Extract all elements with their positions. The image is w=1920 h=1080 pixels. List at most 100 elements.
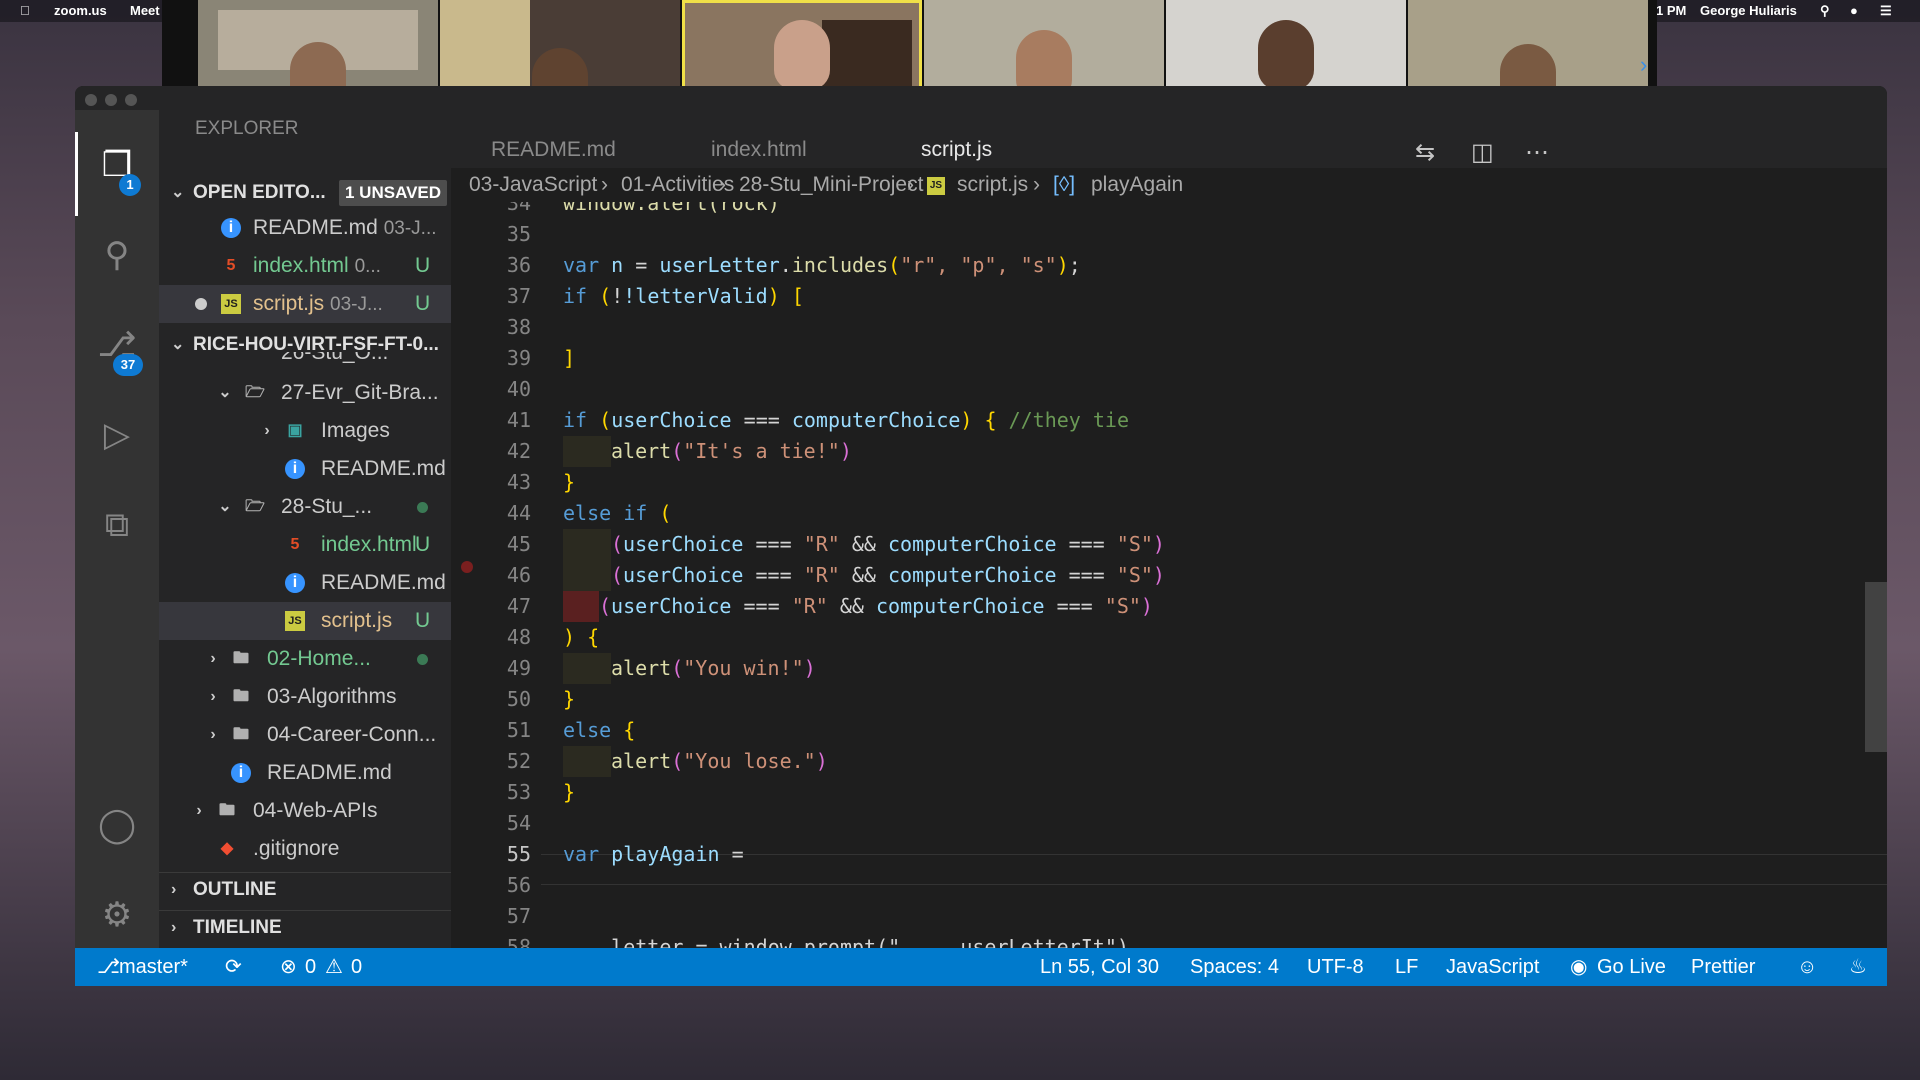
breadcrumb-item[interactable]: 01-Activities bbox=[621, 168, 734, 202]
sync-icon[interactable]: ⟳ bbox=[225, 948, 242, 986]
indentation[interactable]: Spaces: 4 bbox=[1190, 948, 1279, 986]
code-line: ] bbox=[563, 346, 576, 370]
open-editors-label: OPEN EDITO... bbox=[193, 182, 326, 203]
error-icon[interactable]: ⊗ bbox=[280, 948, 297, 986]
warning-icon[interactable]: ⚠ bbox=[325, 948, 343, 986]
folder-icon: 🖿 bbox=[232, 688, 249, 705]
file-row[interactable]: i README.md bbox=[159, 564, 451, 602]
file-name: script.js bbox=[253, 292, 325, 315]
folder-row[interactable]: ⌄ 🗁 27-Evr_Git-Bra... bbox=[159, 374, 451, 412]
open-editor-index-html[interactable]: 5 index.html 0... U bbox=[159, 247, 451, 285]
folder-row[interactable]: › 🖿 04-Web-APIs bbox=[159, 792, 451, 830]
code-identifier: playAgain bbox=[611, 842, 720, 866]
run-debug-icon[interactable]: ▷ bbox=[96, 414, 138, 456]
editor-tabs: README.md index.html script.js bbox=[451, 138, 1887, 168]
info-file-icon: i bbox=[231, 763, 251, 783]
menu-meet[interactable]: Meet bbox=[130, 3, 160, 18]
file-name: script.js bbox=[321, 609, 393, 632]
encoding[interactable]: UTF-8 bbox=[1307, 948, 1364, 986]
compare-changes-icon[interactable]: ⇆ bbox=[1415, 138, 1435, 167]
file-row[interactable]: 5 index.html U bbox=[159, 526, 451, 564]
unsaved-dot-icon[interactable] bbox=[195, 298, 207, 310]
more-actions-icon[interactable]: ⋯ bbox=[1525, 138, 1549, 167]
code-identifier: userChoice bbox=[611, 408, 732, 432]
code-line: if (userChoice === computerChoice) { //t… bbox=[563, 408, 1130, 432]
outline-header[interactable]: › OUTLINE bbox=[159, 872, 451, 907]
broadcast-icon[interactable]: ◉ bbox=[1570, 948, 1587, 986]
accounts-icon[interactable]: ◯ bbox=[96, 804, 138, 846]
control-center-icon[interactable]: ☰ bbox=[1880, 3, 1892, 19]
cursor-position[interactable]: Ln 55, Col 30 bbox=[1040, 948, 1159, 986]
code-operator: === bbox=[743, 532, 804, 556]
folder-row[interactable]: › 🖿 04-Career-Conn... bbox=[159, 716, 451, 754]
open-editor-readme[interactable]: i README.md 03-J... bbox=[159, 209, 451, 247]
file-row[interactable]: i README.md bbox=[159, 450, 451, 488]
line-number: 35 bbox=[506, 222, 531, 246]
line-number: 54 bbox=[506, 811, 531, 835]
spotlight-icon[interactable]: ⚲ bbox=[1820, 3, 1830, 19]
folder-open-icon: 🗁 bbox=[245, 384, 265, 401]
git-branch[interactable]: master* bbox=[119, 948, 188, 986]
file-row[interactable]: JS script.js U bbox=[159, 602, 451, 640]
folder-name: 02-Home... bbox=[267, 647, 371, 670]
maximize-window-button[interactable] bbox=[125, 94, 137, 106]
info-file-icon: i bbox=[285, 459, 305, 479]
file-row[interactable]: i README.md bbox=[159, 754, 451, 792]
code-line: if (!!letterValid) [ bbox=[563, 284, 804, 308]
close-window-button[interactable] bbox=[85, 94, 97, 106]
next-participants-chevron-icon[interactable]: › bbox=[1640, 52, 1647, 78]
line-number: 56 bbox=[506, 873, 531, 897]
folder-row[interactable]: ⌄ 🗁 28-Stu_... bbox=[159, 488, 451, 526]
breadcrumb-item[interactable]: script.js bbox=[957, 168, 1028, 202]
timeline-header[interactable]: › TIMELINE bbox=[159, 910, 451, 945]
folder-row[interactable]: › 🖿 02-Home... bbox=[159, 640, 451, 678]
tab-readme[interactable]: README.md bbox=[491, 138, 616, 162]
folder-open-icon: 🗁 bbox=[245, 498, 265, 515]
code-string: "R" bbox=[803, 563, 840, 587]
editor-scrollbar[interactable] bbox=[1865, 582, 1887, 752]
images-folder-icon: ▣ bbox=[287, 422, 303, 439]
breadcrumb-item[interactable]: playAgain bbox=[1091, 168, 1183, 202]
minimize-window-button[interactable] bbox=[105, 94, 117, 106]
code-function: includes bbox=[791, 253, 889, 277]
menu-app-name[interactable]: zoom.us bbox=[54, 3, 107, 18]
folder-row[interactable]: 26-Stu_O... bbox=[159, 352, 451, 372]
code-line: (userChoice === "R" && computerChoice ==… bbox=[563, 529, 1165, 560]
line-number: 47 bbox=[506, 594, 531, 618]
code-identifier: n bbox=[611, 253, 624, 277]
breadcrumb-item[interactable]: 03-JavaScript bbox=[469, 168, 597, 202]
apple-icon[interactable]:  bbox=[20, 3, 30, 18]
status-bar: ⎇ master* ⟳ ⊗ 0 ⚠ 0 Ln 55, Col 30 Spaces… bbox=[75, 948, 1887, 986]
open-editors-header[interactable]: ⌄ OPEN EDITO... 1 UNSAVED bbox=[159, 176, 451, 210]
code-function: alert bbox=[611, 749, 672, 773]
search-icon[interactable]: ⚲ bbox=[96, 234, 138, 276]
breakpoint-dot[interactable] bbox=[461, 561, 473, 573]
split-editor-icon[interactable]: ◫ bbox=[1471, 138, 1494, 167]
menu-clock[interactable]: 1 PM bbox=[1656, 3, 1686, 18]
breadcrumb-item[interactable]: 28-Stu_Mini-Project bbox=[739, 168, 923, 202]
code-keyword: else bbox=[563, 501, 612, 525]
menu-user-name[interactable]: George Huliaris bbox=[1700, 3, 1797, 18]
prettier-button[interactable]: Prettier bbox=[1691, 948, 1755, 986]
notifications-bell-icon[interactable]: ♨ bbox=[1849, 948, 1867, 986]
tab-script-js[interactable]: script.js bbox=[921, 138, 992, 162]
code-line: else { bbox=[563, 718, 636, 742]
folder-row[interactable]: › 🖿 03-Algorithms bbox=[159, 678, 451, 716]
warning-count[interactable]: 0 bbox=[351, 948, 362, 986]
language-mode[interactable]: JavaScript bbox=[1446, 948, 1539, 986]
file-row[interactable]: ◆ .gitignore bbox=[159, 830, 451, 868]
error-count[interactable]: 0 bbox=[305, 948, 316, 986]
settings-gear-icon[interactable]: ⚙ bbox=[96, 894, 138, 936]
branch-icon[interactable]: ⎇ bbox=[97, 948, 120, 986]
siri-icon[interactable]: ● bbox=[1850, 3, 1858, 18]
folder-row[interactable]: › ▣ Images bbox=[159, 412, 451, 450]
feedback-icon[interactable]: ☺ bbox=[1797, 948, 1817, 986]
end-of-line[interactable]: LF bbox=[1395, 948, 1418, 986]
open-editor-script-js[interactable]: JS script.js 03-J... U bbox=[159, 285, 451, 323]
extensions-icon[interactable]: ⧉ bbox=[96, 504, 138, 546]
go-live-button[interactable]: Go Live bbox=[1597, 948, 1666, 986]
code-editor[interactable]: 34 35 36 37 38 39 40 41 42 43 44 45 46 4… bbox=[451, 202, 1887, 948]
git-status: U bbox=[415, 292, 431, 315]
code-identifier: computerChoice bbox=[887, 532, 1057, 556]
tab-index-html[interactable]: index.html bbox=[711, 138, 807, 162]
